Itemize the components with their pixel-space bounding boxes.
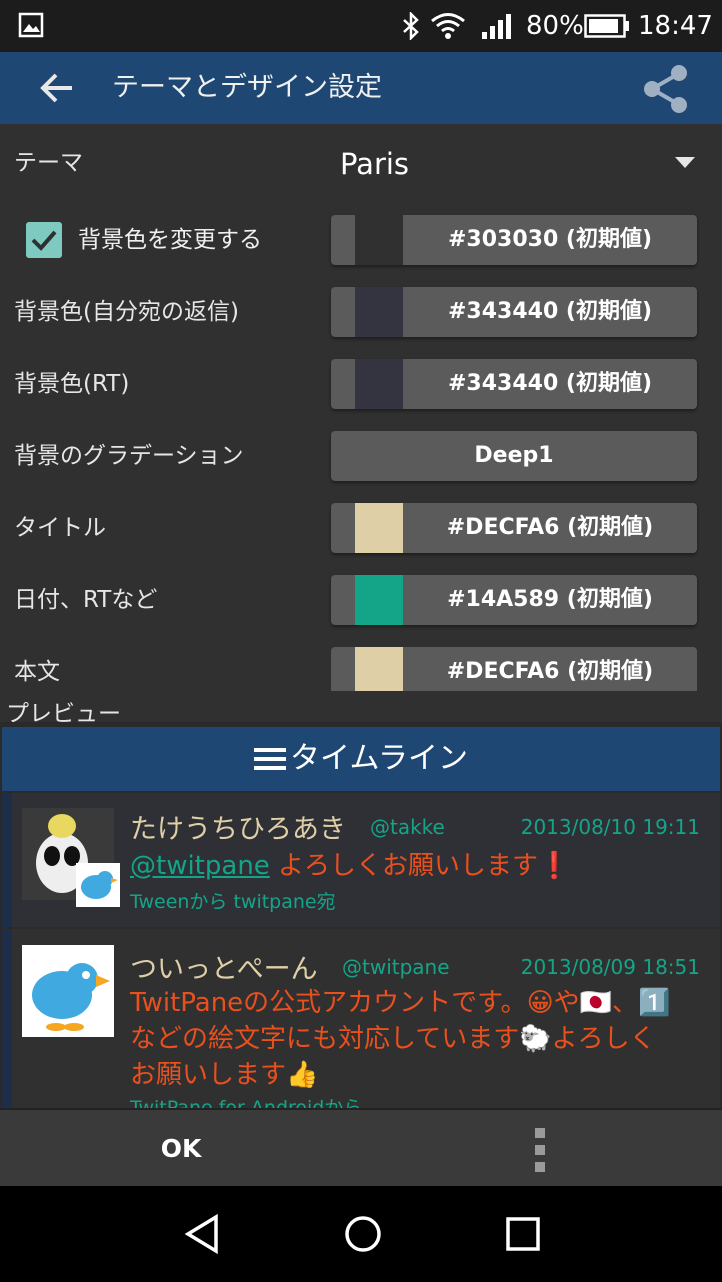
wifi-icon bbox=[431, 13, 465, 39]
bg-color-button[interactable]: #303030 (初期値) bbox=[331, 215, 697, 265]
signal-icon bbox=[482, 14, 511, 39]
tweet-body: @twitpane よろしくお願いします❗ bbox=[130, 845, 570, 882]
reply-bg-color-button[interactable]: #343440 (初期値) bbox=[331, 287, 697, 337]
gradient-value: Deep1 bbox=[474, 443, 554, 468]
setting-label-gradient: 背景のグラデーション bbox=[14, 443, 244, 469]
back-arrow-icon[interactable] bbox=[38, 70, 76, 106]
tweet-item[interactable]: ついっとぺーん @twitpane 2013/08/09 18:51 TwitP… bbox=[2, 929, 720, 1108]
theme-label: テーマ bbox=[14, 150, 83, 176]
clock: 18:47 bbox=[638, 11, 713, 41]
more-options-icon[interactable] bbox=[532, 1128, 548, 1172]
tweet-text: よろしくお願いします❗ bbox=[269, 851, 571, 881]
app-toolbar: テーマとデザイン設定 bbox=[0, 52, 722, 124]
body-color-button[interactable]: #DECFA6 (初期値) bbox=[331, 647, 697, 691]
color-value: #343440 (初期値) bbox=[447, 371, 653, 396]
tweet-text-line: TwitPaneの公式アカウントです。😀や🇯🇵、1️⃣ bbox=[130, 988, 671, 1018]
tweet-body: TwitPaneの公式アカウントです。😀や🇯🇵、1️⃣ などの絵文字にも対応して… bbox=[130, 985, 670, 1093]
gallery-icon bbox=[18, 12, 44, 38]
tweet-via: Tweenから twitpane宛 bbox=[130, 891, 336, 913]
setting-label-body: 本文 bbox=[14, 659, 60, 685]
menu-icon bbox=[254, 748, 287, 770]
bird-icon bbox=[81, 871, 118, 899]
color-value: #DECFA6 (初期値) bbox=[446, 515, 654, 540]
system-nav-bar bbox=[0, 1186, 722, 1282]
battery-icon bbox=[584, 14, 629, 38]
checkmark-icon bbox=[31, 230, 57, 251]
bird-sub-avatar bbox=[76, 863, 120, 907]
theme-value: Paris bbox=[340, 147, 410, 181]
tweet-text-line: などの絵文字にも対応しています🐑よろしく bbox=[130, 1024, 656, 1054]
gradient-button[interactable]: Deep1 bbox=[331, 431, 697, 481]
color-value: #DECFA6 (初期値) bbox=[446, 659, 654, 684]
bluetooth-icon bbox=[403, 12, 419, 40]
dropdown-arrow-icon bbox=[675, 157, 695, 168]
tweet-handle: @takke bbox=[370, 815, 445, 839]
color-swatch bbox=[355, 215, 403, 265]
color-value: #343440 (初期値) bbox=[447, 299, 653, 324]
status-bar: 80% 18:47 bbox=[0, 0, 722, 52]
color-value: #303030 (初期値) bbox=[447, 227, 653, 252]
bg-change-label: 背景色を変更する bbox=[78, 227, 262, 253]
color-swatch bbox=[355, 647, 403, 691]
theme-spinner[interactable]: Paris bbox=[330, 136, 710, 192]
bg-change-checkbox[interactable]: 背景色を変更する bbox=[26, 220, 316, 260]
timeline-header: タイムライン bbox=[2, 727, 720, 791]
share-icon[interactable] bbox=[642, 64, 690, 114]
setting-label-title: タイトル bbox=[14, 515, 106, 541]
color-swatch bbox=[355, 359, 403, 409]
title-color-button[interactable]: #DECFA6 (初期値) bbox=[331, 503, 697, 553]
checkbox-box bbox=[26, 222, 62, 258]
tweet-handle: @twitpane bbox=[342, 955, 450, 979]
timeline-title-text: タイムライン bbox=[290, 741, 468, 776]
tweet-item[interactable]: たけうちひろあき @takke 2013/08/10 19:11 @twitpa… bbox=[2, 793, 720, 927]
timeline-title: タイムライン bbox=[2, 727, 720, 791]
home-nav-icon[interactable] bbox=[343, 1214, 383, 1254]
color-value: #14A589 (初期値) bbox=[447, 587, 653, 612]
tweet-text-line: お願いします👍 bbox=[130, 1060, 319, 1090]
battery-percent: 80% bbox=[526, 11, 584, 41]
ok-button[interactable]: OK bbox=[0, 1110, 362, 1188]
dialog-action-bar: OK bbox=[0, 1108, 722, 1188]
setting-label-rt-bg: 背景色(RT) bbox=[14, 371, 130, 397]
color-swatch bbox=[355, 575, 403, 625]
tweet-name: ついっとぺーん bbox=[130, 954, 318, 985]
color-swatch bbox=[355, 503, 403, 553]
tweet-date: 2013/08/10 19:11 bbox=[520, 815, 700, 839]
avatar bbox=[22, 945, 114, 1037]
date-color-button[interactable]: #14A589 (初期値) bbox=[331, 575, 697, 625]
twitpane-bird-icon bbox=[32, 963, 110, 1031]
tweet-name: たけうちひろあき bbox=[130, 814, 346, 845]
setting-label-reply-bg: 背景色(自分宛の返信) bbox=[14, 299, 239, 325]
tweet-date: 2013/08/09 18:51 bbox=[520, 955, 700, 979]
setting-label-date: 日付、RTなど bbox=[14, 587, 158, 613]
body-color-button-clip: #DECFA6 (初期値) bbox=[331, 647, 697, 691]
page-title: テーマとデザイン設定 bbox=[112, 72, 382, 103]
tweet-mention-link[interactable]: @twitpane bbox=[130, 851, 270, 881]
rt-bg-color-button[interactable]: #343440 (初期値) bbox=[331, 359, 697, 409]
tweet-via: TwitPane for Androidから bbox=[130, 1097, 363, 1108]
back-nav-icon[interactable] bbox=[184, 1214, 220, 1254]
recents-nav-icon[interactable] bbox=[505, 1216, 541, 1252]
color-swatch bbox=[355, 287, 403, 337]
